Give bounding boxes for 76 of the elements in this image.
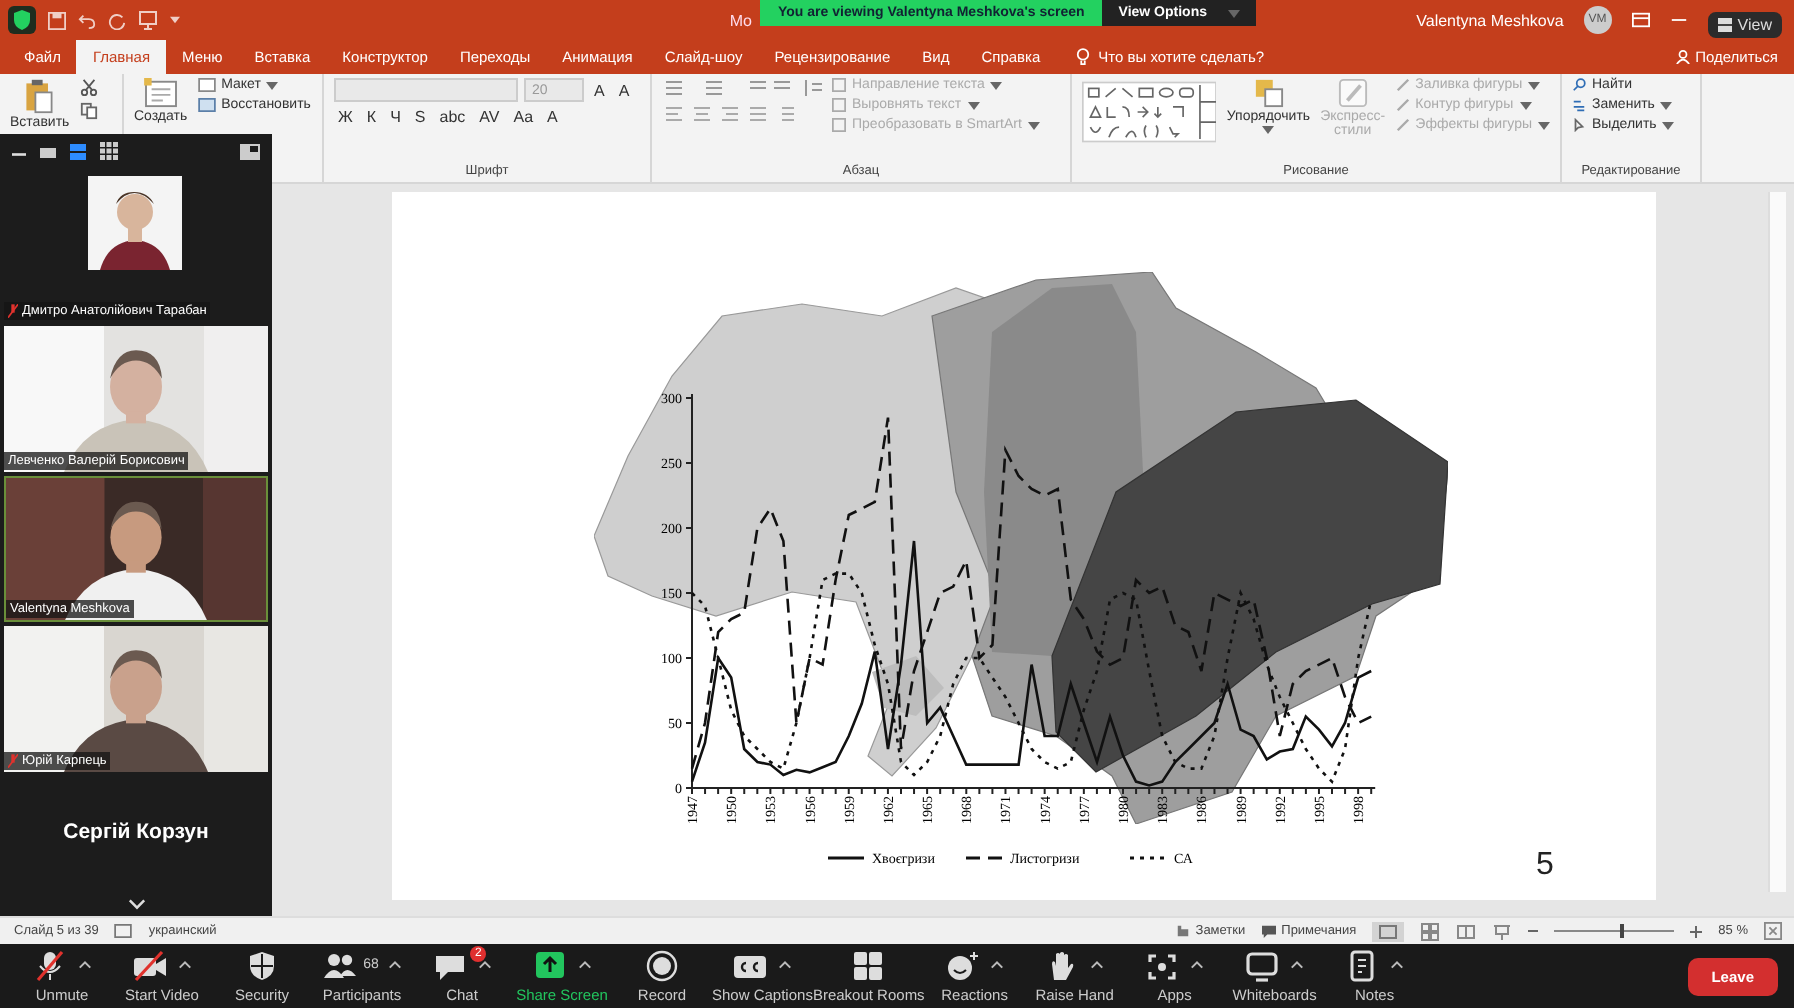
zoom-in-icon[interactable]	[1690, 925, 1703, 937]
legend-line-icon	[828, 856, 864, 860]
grid-view-icon[interactable]	[100, 142, 118, 160]
customize-icon[interactable]	[170, 16, 180, 24]
font-format-button[interactable]: A	[543, 108, 562, 126]
slider-thumb[interactable]	[1620, 924, 1625, 938]
ribbon-display-icon[interactable]	[1631, 12, 1650, 28]
chevron-up-icon[interactable]	[388, 960, 403, 970]
chevron-up-icon[interactable]	[1190, 960, 1205, 970]
editing-icon	[1572, 118, 1586, 132]
chevron-up-icon[interactable]	[78, 960, 92, 970]
reading-view-icon[interactable]	[1456, 921, 1477, 941]
increase-font-button[interactable]: A	[590, 81, 609, 99]
smiley-plus-icon	[944, 949, 981, 981]
participant-name: Сергій Корзун	[63, 820, 209, 844]
person-icon	[1675, 50, 1690, 64]
chevron-up-icon[interactable]	[478, 960, 492, 970]
font-format-button[interactable]: Ч	[386, 108, 405, 126]
editing-icon	[1572, 78, 1586, 92]
decrease-font-button[interactable]: A	[614, 81, 634, 99]
chevron-up-icon[interactable]	[1390, 960, 1405, 970]
save-icon[interactable]	[48, 11, 66, 29]
font-format-button[interactable]: Aa	[509, 108, 538, 126]
chevron-down-icon[interactable]	[127, 898, 145, 910]
comment-icon	[1261, 924, 1276, 938]
user-name: Valentyna Meshkova	[1416, 11, 1564, 29]
chevron-up-icon[interactable]	[990, 960, 1005, 970]
slideshow-icon[interactable]	[1492, 921, 1513, 941]
window-title: Mo	[729, 11, 752, 29]
font-format-button[interactable]: S	[410, 108, 430, 126]
reset-icon	[197, 98, 216, 112]
apps-icon	[1144, 949, 1181, 981]
caret-icon	[1027, 121, 1040, 129]
font-format-button[interactable]: Ж	[334, 108, 357, 126]
chevron-up-icon[interactable]	[578, 960, 592, 970]
caret-icon	[266, 81, 279, 89]
legend-line-icon	[1130, 856, 1166, 860]
font-format-button[interactable]: К	[362, 108, 381, 126]
thumbnail-view-icon[interactable]	[40, 143, 56, 159]
normal-view-icon[interactable]	[1372, 921, 1405, 941]
list-buttons-icon	[662, 78, 822, 98]
sorter-view-icon[interactable]	[1420, 921, 1441, 941]
record-icon	[644, 949, 680, 981]
legend-line-icon	[966, 856, 1002, 860]
whiteboard-icon	[1244, 949, 1281, 981]
muted-microphone-icon	[8, 304, 18, 318]
four-squares-icon	[850, 949, 887, 981]
scrollbar[interactable]	[1768, 192, 1786, 892]
font-format-button[interactable]: AV	[475, 108, 504, 126]
presentation-icon[interactable]	[138, 10, 158, 30]
scissors-icon[interactable]	[79, 78, 98, 96]
caret-icon	[1262, 126, 1275, 134]
crossed-camera-icon	[132, 949, 168, 981]
share-screen-icon	[532, 949, 568, 981]
caret-icon	[1227, 9, 1239, 17]
font-name-field[interactable]	[334, 78, 518, 102]
undo-icon[interactable]	[78, 11, 96, 29]
shield-icon	[244, 949, 280, 981]
chevron-up-icon[interactable]	[778, 960, 793, 970]
redo-icon[interactable]	[108, 11, 126, 29]
people-icon	[321, 949, 358, 981]
muted-microphone-icon	[32, 949, 68, 981]
copy-icon[interactable]	[79, 102, 98, 120]
chevron-up-icon[interactable]	[178, 960, 192, 970]
font-format-button[interactable]: abc	[435, 108, 470, 126]
slide-number: 5	[1536, 848, 1554, 884]
pop-out-icon[interactable]	[240, 143, 260, 159]
chevron-up-icon[interactable]	[1290, 960, 1305, 970]
speaker-view-icon[interactable]	[70, 143, 86, 159]
editing-icon	[1572, 98, 1586, 112]
fit-slide-icon[interactable]	[1764, 922, 1782, 940]
shield-icon[interactable]	[8, 6, 36, 34]
muted-microphone-icon	[8, 754, 18, 768]
shapes-gallery-icon[interactable]	[1082, 78, 1217, 146]
lightbulb-icon	[1076, 48, 1091, 66]
chevron-up-icon[interactable]	[1090, 960, 1105, 970]
